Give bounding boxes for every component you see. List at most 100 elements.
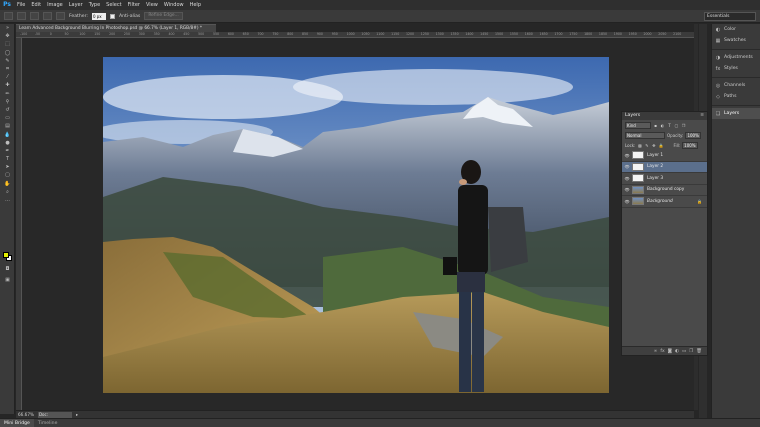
zoom-tool-icon[interactable]: ⌕ [0,188,15,196]
layer-row[interactable]: 👁 Background copy [622,185,707,196]
document-size-info[interactable]: Doc: 7.03M/22.1M [37,411,72,423]
brush-tool-icon[interactable]: ✏ [0,90,15,98]
dock-adjustments[interactable]: ◑ Adjustments [712,52,760,63]
zoom-level[interactable]: 66.67% [18,412,34,417]
hand-tool-icon[interactable]: ✋ [0,180,15,188]
menu-type[interactable]: Type [86,0,103,10]
visibility-eye-icon[interactable]: 👁 [624,199,630,204]
path-select-tool-icon[interactable]: ➤ [0,163,15,171]
quick-select-tool-icon[interactable]: ✎ [0,57,15,65]
add-to-selection-icon[interactable] [30,12,39,20]
subtract-selection-icon[interactable] [43,12,52,20]
filter-shape-icon[interactable]: ▢ [674,123,679,128]
lock-position-icon[interactable]: ✥ [651,143,656,148]
blur-tool-icon[interactable]: 💧 [0,130,15,138]
layer-style-icon[interactable]: fx [660,349,664,354]
document-canvas-image[interactable] [103,57,609,393]
tools-collapse-icon[interactable]: » [0,24,15,32]
dock-color[interactable]: ◐ Color [712,24,760,35]
ruler-tick-label: 450 [183,32,190,36]
filter-adjust-icon[interactable]: ◐ [660,123,665,128]
layer-row[interactable]: 👁 Layer 1 [622,150,707,162]
styles-icon: fx [715,65,721,72]
ruler-tick-label: 1700 [554,32,563,36]
menu-help[interactable]: Help [187,0,204,10]
dock-layers[interactable]: ❏ Layers [712,108,760,119]
more-tools-icon[interactable]: … [0,196,15,204]
lock-all-icon[interactable]: 🔒 [658,143,663,148]
menu-select[interactable]: Select [103,0,124,10]
link-layers-icon[interactable]: ∞ [654,349,658,354]
visibility-eye-icon[interactable]: 👁 [624,164,630,169]
ruler-tick-label: 2000 [643,32,652,36]
antialias-checkbox[interactable] [109,13,115,19]
lasso-tool-icon[interactable]: ◯ [0,49,15,57]
menu-view[interactable]: View [143,0,161,10]
healing-tool-icon[interactable]: ✚ [0,81,15,89]
pen-tool-icon[interactable]: ✒ [0,147,15,155]
new-layer-icon[interactable]: ❐ [689,349,693,354]
eraser-tool-icon[interactable]: ▭ [0,114,15,122]
new-group-icon[interactable]: ▭ [682,349,686,354]
tab-timeline[interactable]: Timeline [34,419,62,427]
screen-mode-icon[interactable]: ▣ [0,276,15,284]
foreground-color-swatch[interactable] [3,252,9,258]
visibility-eye-icon[interactable]: 👁 [624,176,630,181]
marquee-tool-icon[interactable]: ⬚ [0,40,15,48]
layers-panel-title[interactable]: Layers ≡ [622,112,707,120]
crop-tool-icon[interactable]: ⌗ [0,65,15,73]
panel-menu-icon[interactable]: ≡ [700,112,704,120]
layer-row-selected[interactable]: 👁 Layer 2 [622,161,707,173]
quick-mask-icon[interactable]: ◘ [0,265,15,273]
history-brush-tool-icon[interactable]: ↺ [0,106,15,114]
fill-input[interactable]: 100% [682,141,699,149]
layer-row[interactable]: 👁 Layer 3 [622,173,707,185]
dock-styles[interactable]: fx Styles [712,63,760,74]
add-mask-icon[interactable]: ◙ [668,349,672,354]
ruler-tick-label: 500 [198,32,205,36]
layer-filter-select[interactable]: Kind [625,121,651,129]
menu-window[interactable]: Window [161,0,187,10]
dodge-tool-icon[interactable]: ● [0,139,15,147]
intersect-selection-icon[interactable] [56,12,65,20]
eyedropper-tool-icon[interactable]: ⁄ [0,73,15,81]
status-menu-arrow-icon[interactable]: ▸ [76,412,78,417]
new-selection-icon[interactable] [17,12,26,20]
filter-type-icon[interactable]: T [667,123,672,128]
visibility-eye-icon[interactable]: 👁 [624,187,630,192]
document-tab[interactable]: Learn Advanced Background Blurring In Ph… [16,24,216,32]
tab-mini-bridge[interactable]: Mini Bridge [0,418,34,427]
dock-channels[interactable]: ◎ Channels [712,80,760,91]
menu-image[interactable]: Image [44,0,66,10]
menu-layer[interactable]: Layer [66,0,86,10]
menu-filter[interactable]: Filter [125,0,143,10]
blend-mode-select[interactable]: Normal [625,131,665,139]
delete-layer-icon[interactable]: 🗑 [696,349,702,354]
menu-file[interactable]: File [14,0,28,10]
refine-edge-button[interactable]: Refine Edge... [144,12,183,20]
ruler-tick-label: 550 [212,32,220,36]
filter-pixel-icon[interactable]: ▪ [653,123,658,128]
lock-transparency-icon[interactable]: ▩ [637,143,642,148]
shape-tool-icon[interactable]: ▢ [0,171,15,179]
status-bar: 66.67% Doc: 7.03M/22.1M ▸ [16,410,694,423]
adjustment-layer-icon[interactable]: ◐ [675,349,679,354]
filter-smart-icon[interactable]: ❐ [681,123,686,128]
workspace-select[interactable]: Essentials [704,12,756,21]
type-tool-icon[interactable]: T [0,155,15,163]
ruler-tick-label: 2050 [658,32,667,36]
feather-input[interactable]: 0 px [91,12,106,20]
visibility-eye-icon[interactable]: 👁 [624,153,630,158]
opacity-input[interactable]: 100% [685,131,702,139]
move-tool-icon[interactable]: ✥ [0,32,15,40]
layer-row[interactable]: 👁 Background 🔒 [622,196,707,208]
dock-paths[interactable]: ◇ Paths [712,91,760,102]
lasso-tool-preset-icon[interactable] [4,12,13,20]
dock-swatches[interactable]: ▦ Swatches [712,35,760,46]
clone-stamp-tool-icon[interactable]: ⚲ [0,98,15,106]
lock-pixels-icon[interactable]: ✎ [644,143,649,148]
gradient-tool-icon[interactable]: ▤ [0,122,15,130]
dock-separator [712,74,760,78]
menu-edit[interactable]: Edit [28,0,44,10]
ruler-tick-label: 1600 [524,32,533,36]
